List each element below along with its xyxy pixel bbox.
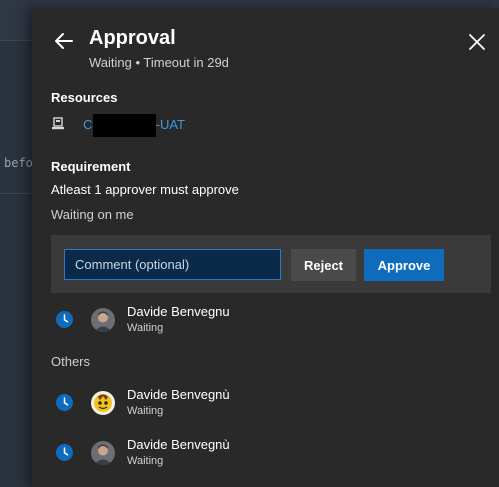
approval-panel: Approval Waiting • Timeout in 29d Resour… (32, 8, 499, 487)
resource-item[interactable]: Ca-UAT (51, 113, 185, 137)
approver-name: Davide Benvegnù (127, 437, 230, 452)
approver-status: Waiting (127, 455, 164, 467)
approver-name: Davide Benvegnù (127, 387, 230, 402)
avatar (91, 308, 115, 332)
panel-subtitle: Waiting • Timeout in 29d (89, 55, 229, 70)
redaction-box (93, 113, 156, 137)
build-agent-icon (52, 117, 64, 130)
resource-link-prefix: C (83, 116, 93, 132)
requirement-heading: Requirement (51, 159, 131, 174)
close-icon (469, 34, 485, 50)
background-text: befo (4, 156, 33, 170)
clock-icon (56, 311, 73, 328)
requirement-rule: Atleast 1 approver must approve (51, 182, 239, 197)
waiting-on-label: Waiting on me (51, 207, 134, 222)
clock-icon (56, 444, 73, 461)
close-button[interactable] (465, 30, 489, 54)
avatar (91, 441, 115, 465)
approver-row: Davide Benvegnu Waiting (51, 300, 471, 340)
approve-button[interactable]: Approve (364, 249, 444, 281)
approver-status: Waiting (127, 405, 164, 417)
reject-button[interactable]: Reject (291, 249, 356, 281)
back-button[interactable] (52, 30, 76, 52)
avatar (91, 391, 115, 415)
approver-row: Davide Benvegnù Waiting (51, 383, 471, 423)
approver-status: Waiting (127, 322, 164, 334)
approval-action-box: Reject Approve (51, 235, 491, 293)
comment-input[interactable] (64, 249, 281, 280)
approver-name: Davide Benvegnu (127, 304, 230, 319)
others-heading: Others (51, 354, 91, 369)
resources-heading: Resources (51, 90, 118, 105)
resource-link[interactable]: Ca-UAT (83, 113, 185, 137)
clock-icon (56, 394, 73, 411)
approver-row: Davide Benvegnù Waiting (51, 433, 471, 473)
arrow-left-icon (55, 33, 73, 49)
panel-title: Approval (89, 27, 176, 49)
